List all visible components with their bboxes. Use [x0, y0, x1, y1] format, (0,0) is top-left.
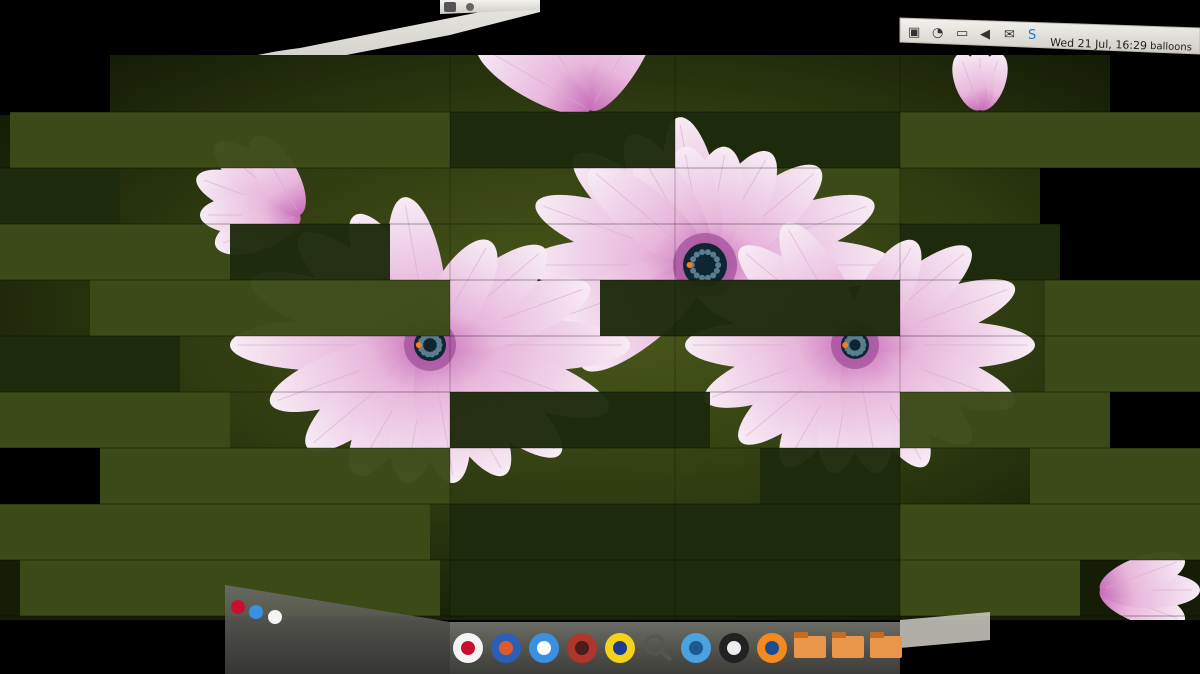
- network-icon[interactable]: ◔: [932, 26, 943, 41]
- wallpaper-strip: [10, 112, 420, 168]
- wallpaper-strip: [1030, 448, 1200, 504]
- inkscape-icon[interactable]: [719, 633, 749, 663]
- dock-fragment-icon: [231, 600, 245, 614]
- user-label[interactable]: balloons: [1150, 41, 1192, 53]
- wallpaper-strip: [900, 392, 1110, 448]
- skype-icon[interactable]: S: [1028, 28, 1036, 43]
- wallpaper-strip: [0, 224, 230, 280]
- wallpaper-strip: [450, 112, 675, 168]
- top-panel: ▣ ◔ ▭ ◀ ✉ S Wed 21 Jul, 16:29 balloons: [440, 0, 1200, 55]
- wallpaper-strip: [760, 448, 900, 504]
- screenshot-icon[interactable]: [567, 633, 597, 663]
- network-icon[interactable]: [466, 3, 474, 11]
- dropbox-icon[interactable]: [444, 2, 456, 12]
- desktop-scene: ▣ ◔ ▭ ◀ ✉ S Wed 21 Jul, 16:29 balloons: [0, 0, 1200, 674]
- wallpaper-fragments: [0, 55, 1200, 620]
- dock-fragment-icon: [249, 605, 263, 619]
- dropbox-icon[interactable]: ▣: [908, 25, 920, 40]
- wallpaper-strip: [0, 392, 190, 448]
- wallpaper-strip: [0, 504, 430, 560]
- wallpaper-strip: [1045, 336, 1200, 392]
- wallpaper-strip: [450, 392, 710, 448]
- dock-fragment-icon: [268, 610, 282, 624]
- wallpaper-strip: [90, 280, 450, 336]
- blender-icon[interactable]: [757, 633, 787, 663]
- web-browser-icon[interactable]: [681, 633, 711, 663]
- wallpaper-strip: [1045, 280, 1200, 336]
- media-player-icon[interactable]: [529, 633, 559, 663]
- clock-label[interactable]: Wed 21 Jul, 16:29: [1050, 36, 1147, 52]
- wallpaper-strip: [900, 560, 1080, 616]
- wallpaper-strip: [0, 448, 100, 504]
- debian-icon[interactable]: [453, 633, 483, 663]
- wallpaper-strip: [230, 224, 390, 280]
- wallpaper-strip: [1040, 168, 1200, 224]
- audio-headphones-icon[interactable]: [605, 633, 635, 663]
- volume-icon[interactable]: ◀: [980, 27, 990, 42]
- wallpaper-strip: [900, 112, 1200, 168]
- wallpaper-strip: [0, 168, 120, 224]
- tools-icon[interactable]: [491, 633, 521, 663]
- mail-icon[interactable]: ✉: [1004, 27, 1015, 42]
- desktop-cube-view: ▣ ◔ ▭ ◀ ✉ S Wed 21 Jul, 16:29 balloons: [0, 0, 1200, 674]
- wallpaper-strip: [900, 504, 1200, 560]
- wallpaper-strip: [1060, 224, 1200, 280]
- wallpaper-strip: [600, 280, 900, 336]
- wallpaper-strip: [0, 336, 180, 392]
- battery-icon[interactable]: ▭: [956, 26, 968, 41]
- wallpaper-strip: [265, 448, 450, 504]
- wallpaper-strip: [1110, 392, 1200, 448]
